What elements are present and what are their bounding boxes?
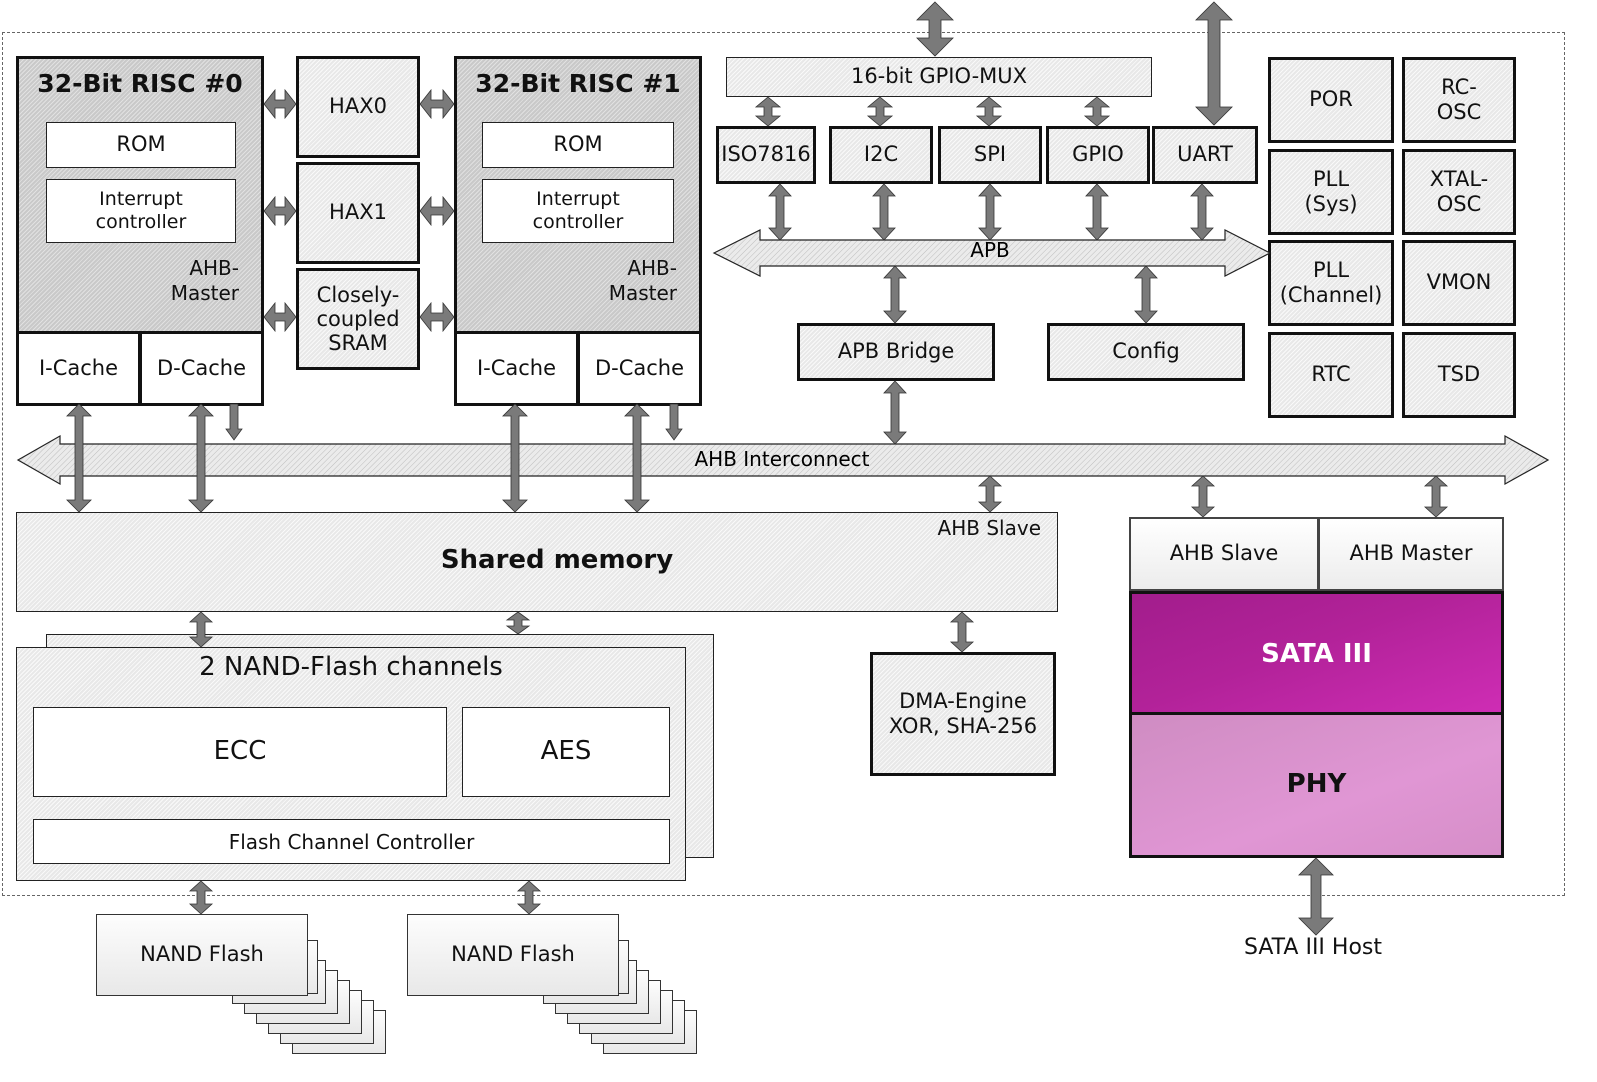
cpu0-ahb-master: AHB- Master [170,256,239,305]
nand-flash-1: NAND Flash [407,914,619,996]
cpu0-title: 32-Bit RISC #0 [37,69,243,98]
rtc-block: RTC [1268,332,1394,418]
i2c-block: I2C [829,126,933,184]
rc-osc-block: RC- OSC [1402,57,1516,143]
cpu0-block: 32-Bit RISC #0 ROM Interrupt controller … [16,56,264,406]
cpu0-dcache: D-Cache [139,331,264,406]
sata-iii-core: SATA III [1129,591,1504,715]
nand-flash-0: NAND Flash [96,914,308,996]
shared-memory-ahb-slave: AHB Slave [937,516,1041,540]
pll-channel-block: PLL (Channel) [1268,240,1394,326]
nand-channels-title: 2 NAND-Flash channels [199,652,503,682]
config-block: Config [1047,323,1245,381]
gpio-mux-block: 16-bit GPIO-MUX [726,57,1152,97]
tsd-block: TSD [1402,332,1516,418]
shared-memory-title: Shared memory [440,545,674,575]
nand-flash-stack-1: NAND Flash [407,914,707,1064]
hax0-block: HAX0 [296,56,420,158]
closely-coupled-sram-block: Closely- coupled SRAM [296,268,420,370]
nand-flash-stack-0: NAND Flash [96,914,396,1064]
uart-block: UART [1152,126,1258,184]
pll-sys-block: PLL (Sys) [1268,149,1394,235]
sata-ahb-master: AHB Master [1318,517,1504,591]
flash-channel-controller: Flash Channel Controller [33,819,670,864]
sata-host-label: SATA III Host [1243,935,1383,960]
aes-block: AES [462,707,670,797]
spi-block: SPI [938,126,1042,184]
shared-memory-block: AHB Slave Shared memory [16,512,1058,612]
ecc-block: ECC [33,707,447,797]
por-block: POR [1268,57,1394,143]
cpu0-rom: ROM [46,122,236,168]
cpu1-ahb-master: AHB- Master [608,256,677,305]
apb-bridge-block: APB Bridge [797,323,995,381]
hax1-block: HAX1 [296,162,420,264]
xtal-osc-block: XTAL- OSC [1402,149,1516,235]
cpu0-interrupt-controller: Interrupt controller [46,179,236,243]
cpu1-block: 32-Bit RISC #1 ROM Interrupt controller … [454,56,702,406]
cpu1-title: 32-Bit RISC #1 [475,69,681,98]
vmon-block: VMON [1402,240,1516,326]
iso7816-block: ISO7816 [716,126,816,184]
cpu0-icache: I-Cache [16,331,141,406]
dma-engine-block: DMA-Engine XOR, SHA-256 [870,652,1056,776]
cpu1-interrupt-controller: Interrupt controller [482,179,674,243]
cpu1-dcache: D-Cache [577,331,702,406]
cpu1-rom: ROM [482,122,674,168]
phy-block: PHY [1129,712,1504,858]
sata-ahb-slave: AHB Slave [1129,517,1319,591]
cpu1-icache: I-Cache [454,331,579,406]
gpio-block: GPIO [1046,126,1150,184]
nand-channels-block: 2 NAND-Flash channels ECC AES Flash Chan… [16,647,686,881]
